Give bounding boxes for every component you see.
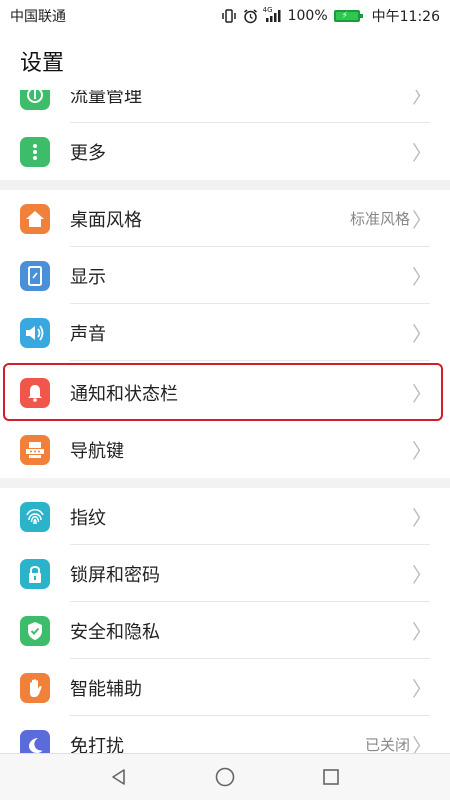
battery-percent: 100% xyxy=(287,8,328,24)
battery-icon: ⚡ xyxy=(333,10,363,22)
list-item-label: 更多 xyxy=(70,142,106,164)
shield-icon xyxy=(20,615,50,646)
list-item-security-privacy[interactable]: 安全和隐私 〉 xyxy=(0,602,450,659)
list-item-value: 已关闭 xyxy=(364,736,410,754)
status-bar: 中国联通 4G 100% ⚡ 中午11:26 xyxy=(0,0,450,32)
list-item-lock-screen[interactable]: 锁屏和密码 〉 xyxy=(0,545,450,602)
navigation-keys-icon xyxy=(20,434,50,465)
signal-icon: 4G xyxy=(262,6,282,23)
section-gap xyxy=(0,478,450,488)
list-item-more[interactable]: 更多 〉 xyxy=(0,123,450,180)
status-icons: 4G 100% ⚡ 中午11:26 xyxy=(221,6,440,26)
chevron-right-icon: 〉 xyxy=(412,141,432,165)
chevron-right-icon: 〉 xyxy=(412,439,432,463)
chevron-right-icon: 〉 xyxy=(412,322,432,346)
section-gap xyxy=(0,180,450,190)
list-item-label: 指纹 xyxy=(70,507,106,529)
list-item-label: 导航键 xyxy=(70,440,124,462)
carrier-label: 中国联通 xyxy=(10,9,66,25)
back-icon[interactable] xyxy=(106,764,132,790)
settings-screen: 中国联通 4G 100% ⚡ 中午11:26 设置 流量管理 〉 更多 〉 桌面… xyxy=(0,0,450,800)
chevron-right-icon: 〉 xyxy=(412,563,432,587)
page-title: 设置 xyxy=(0,32,450,90)
list-item-smart-assist[interactable]: 智能辅助 〉 xyxy=(0,659,450,716)
chevron-right-icon: 〉 xyxy=(412,265,432,289)
list-item-desktop-style[interactable]: 桌面风格 标准风格 〉 xyxy=(0,190,450,247)
home-style-icon xyxy=(20,203,50,234)
list-item-label: 声音 xyxy=(70,323,106,345)
chevron-right-icon: 〉 xyxy=(412,208,432,232)
fingerprint-icon xyxy=(20,501,50,532)
alarm-icon xyxy=(243,8,258,24)
hand-icon xyxy=(20,672,50,703)
list-item-label: 智能辅助 xyxy=(70,678,142,700)
home-icon[interactable] xyxy=(212,764,238,790)
list-item-navigation-keys[interactable]: 导航键 〉 xyxy=(0,421,450,478)
highlight-box xyxy=(3,363,443,421)
list-item-display[interactable]: 显示 〉 xyxy=(0,247,450,304)
network-type-label: 4G xyxy=(262,6,273,14)
list-item-sound[interactable]: 声音 〉 xyxy=(0,304,450,361)
list-item-label: 锁屏和密码 xyxy=(70,564,160,586)
recents-icon[interactable] xyxy=(318,764,344,790)
list-item-label: 桌面风格 xyxy=(70,209,142,231)
display-icon xyxy=(20,260,50,291)
navigation-bar xyxy=(0,753,450,800)
list-item-fingerprint[interactable]: 指纹 〉 xyxy=(0,488,450,545)
chevron-right-icon: 〉 xyxy=(412,677,432,701)
list-item-label: 显示 xyxy=(70,266,106,288)
more-icon xyxy=(20,136,50,167)
list-item-label: 安全和隐私 xyxy=(70,621,160,643)
chevron-right-icon: 〉 xyxy=(412,620,432,644)
vibrate-icon xyxy=(221,9,237,23)
chevron-right-icon: 〉 xyxy=(412,506,432,530)
lock-icon xyxy=(20,558,50,589)
list-item-value: 标准风格 xyxy=(349,210,410,228)
sound-icon xyxy=(20,317,50,348)
divider xyxy=(70,360,430,361)
clock-time: 中午11:26 xyxy=(371,9,440,25)
